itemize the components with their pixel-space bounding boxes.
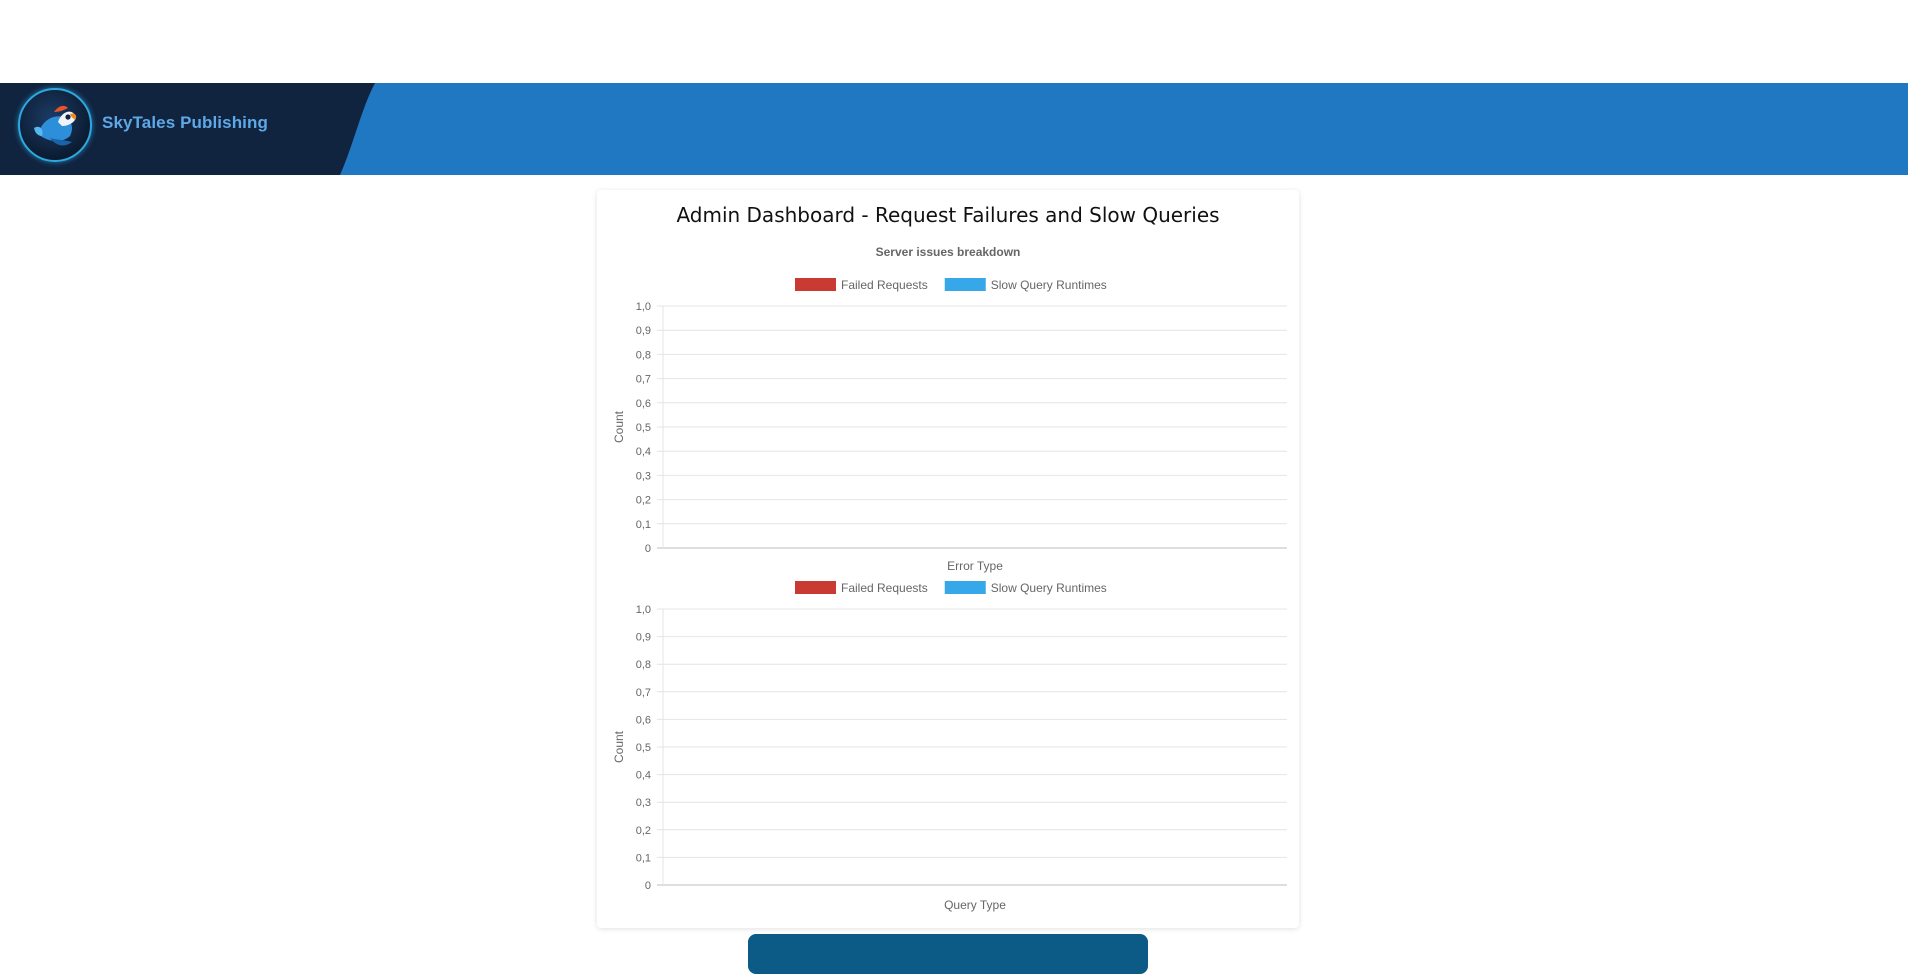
y-tick-label: 0 <box>645 543 651 555</box>
legend-swatch-failed-requests <box>795 581 836 594</box>
x-axis-label: Error Type <box>947 559 1003 573</box>
x-axis-label: Query Type <box>944 898 1006 912</box>
y-tick-label: 0,3 <box>636 470 651 482</box>
y-tick-label: 1,0 <box>636 604 651 616</box>
legend-label: Failed Requests <box>841 278 928 292</box>
y-tick-label: 0,2 <box>636 825 651 837</box>
y-tick-label: 0,4 <box>636 446 651 458</box>
y-tick-label: 0,7 <box>636 687 651 699</box>
y-tick-label: 0,8 <box>636 659 651 671</box>
y-axis-label: Count <box>612 730 626 763</box>
legend-swatch-failed-requests <box>795 278 836 291</box>
legend-swatch-slow-query-runtimes <box>944 278 986 291</box>
chart-title: Server issues breakdown <box>876 245 1021 259</box>
parrot-logo-icon[interactable] <box>18 88 92 162</box>
y-tick-label: 0,9 <box>636 325 651 337</box>
y-tick-label: 0,8 <box>636 349 651 361</box>
parrot-logo-graphic <box>20 90 90 160</box>
dashboard-card: Admin Dashboard - Request Failures and S… <box>597 190 1299 928</box>
legend-label: Slow Query Runtimes <box>991 581 1107 595</box>
y-tick-label: 0,6 <box>636 714 651 726</box>
y-tick-label: 0,7 <box>636 374 651 386</box>
y-tick-label: 0,5 <box>636 742 651 754</box>
brand-panel: SkyTales Publishing <box>0 83 375 175</box>
brand-name[interactable]: SkyTales Publishing <box>102 113 268 133</box>
bottom-action-button[interactable] <box>748 934 1148 974</box>
y-axis-label: Count <box>612 410 626 443</box>
top-header-bar: SkyTales Publishing <box>0 83 1908 175</box>
legend-label: Failed Requests <box>841 581 928 595</box>
legend-swatch-slow-query-runtimes <box>944 581 986 594</box>
y-tick-label: 1,0 <box>636 301 651 313</box>
legend-label: Slow Query Runtimes <box>991 278 1107 292</box>
y-tick-label: 0,2 <box>636 495 651 507</box>
y-tick-label: 0,3 <box>636 797 651 809</box>
y-tick-label: 0,1 <box>636 519 651 531</box>
y-tick-label: 0,4 <box>636 770 651 782</box>
y-tick-label: 0,1 <box>636 852 651 864</box>
y-tick-label: 0 <box>645 880 651 892</box>
y-tick-label: 0,6 <box>636 398 651 410</box>
y-tick-label: 0,9 <box>636 632 651 644</box>
charts-area: Server issues breakdown Failed Requests Sl… <box>612 245 1287 912</box>
y-tick-label: 0,5 <box>636 422 651 434</box>
